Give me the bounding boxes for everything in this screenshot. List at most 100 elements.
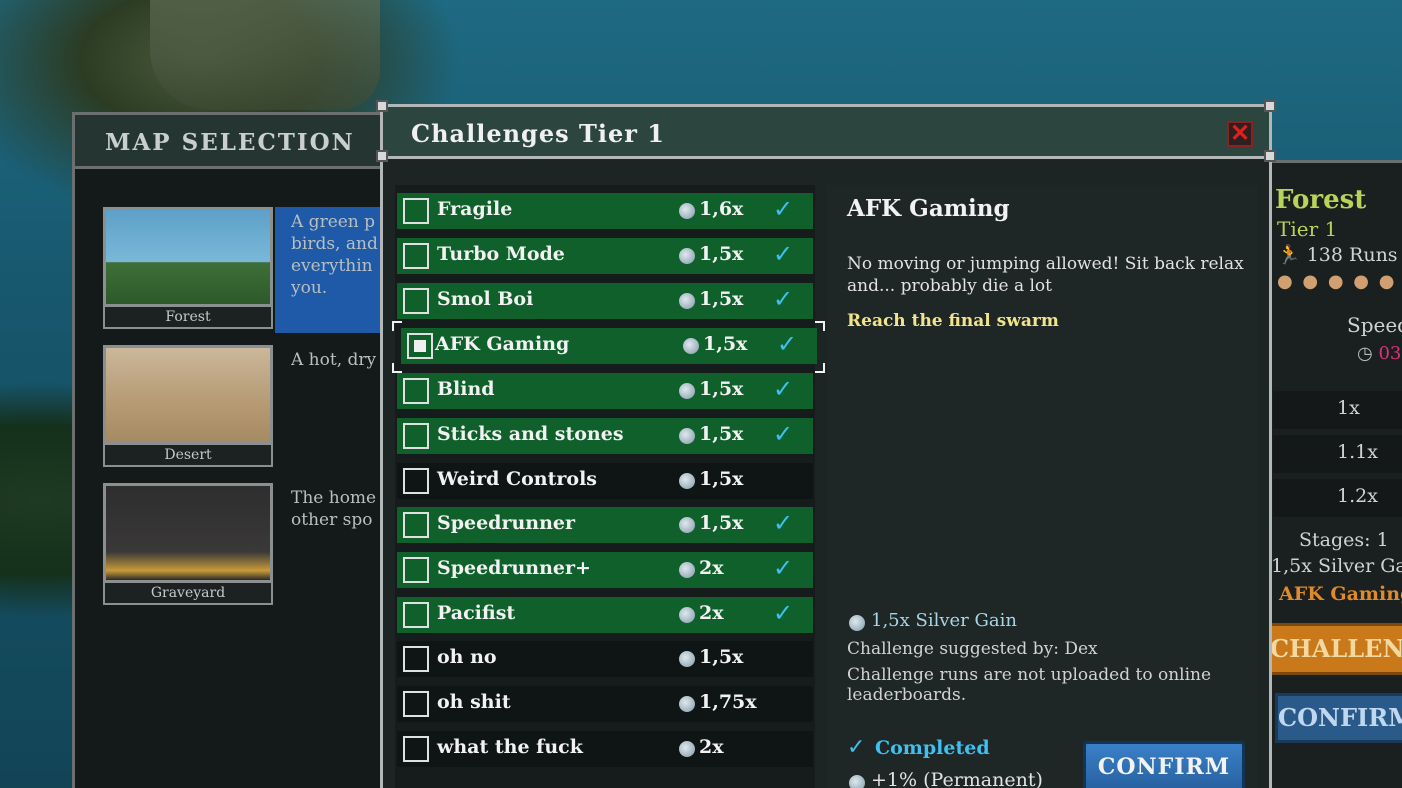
check-icon: ✓ xyxy=(773,599,794,627)
silver-coin-icon xyxy=(679,203,695,219)
challenge-multiplier: 2x xyxy=(699,736,724,758)
challenge-name: Smol Boi xyxy=(437,288,534,310)
selection-bracket xyxy=(815,363,825,373)
speed-multiplier: 1x xyxy=(1337,397,1360,419)
run-count: 🏃 138 Runs xyxy=(1277,243,1398,266)
challenge-row-fragile[interactable]: Fragile 1,6x ✓ xyxy=(397,193,813,229)
run-map-name: Forest xyxy=(1275,185,1367,215)
challenge-multiplier: 1,5x xyxy=(699,378,744,400)
check-icon: ✓ xyxy=(773,195,794,223)
challenge-row-oh-shit[interactable]: oh shit 1,75x xyxy=(397,686,813,722)
challenge-row-speedrunner[interactable]: Speedrunner 1,5x ✓ xyxy=(397,507,813,543)
run-tier: Tier 1 xyxy=(1277,217,1338,241)
check-icon: ✓ xyxy=(777,330,798,358)
map-selection-panel: MAP SELECTION Forest A green p birds, an… xyxy=(72,112,403,788)
silver-coin-icon xyxy=(679,428,695,444)
challenge-checkbox[interactable] xyxy=(403,423,429,449)
detail-silver-gain: 1,5x Silver Gain xyxy=(871,610,1017,631)
challenge-row-blind[interactable]: Blind 1,5x ✓ xyxy=(397,373,813,409)
map-caption: Desert xyxy=(103,445,273,467)
challenge-row-oh-no[interactable]: oh no 1,5x xyxy=(397,641,813,677)
confirm-button[interactable]: CONFIRM xyxy=(1083,741,1245,788)
challenge-row-weird-controls[interactable]: Weird Controls 1,5x xyxy=(397,463,813,499)
selection-bracket xyxy=(392,321,402,331)
silver-coin-icon xyxy=(679,293,695,309)
player-avatars: ● ● ● ● ● xyxy=(1277,271,1397,292)
challenge-checkbox[interactable] xyxy=(403,378,429,404)
challenge-checkbox[interactable] xyxy=(403,288,429,314)
map-selection-title: MAP SELECTION xyxy=(105,129,355,156)
run-silver-gain: 1,5x Silver Ga xyxy=(1271,555,1402,577)
run-info-panel: Forest Tier 1 🏃 138 Runs ● ● ● ● ● Speed… xyxy=(1260,160,1402,788)
challenge-row-turbo-mode[interactable]: Turbo Mode 1,5x ✓ xyxy=(397,238,813,274)
challenge-multiplier: 1,5x xyxy=(699,423,744,445)
challenge-row-sticks-and-stones[interactable]: Sticks and stones 1,5x ✓ xyxy=(397,418,813,454)
challenge-row-smol-boi[interactable]: Smol Boi 1,5x ✓ xyxy=(397,283,813,319)
challenge-checkbox[interactable] xyxy=(403,468,429,494)
speed-multiplier: 1.2x xyxy=(1337,485,1378,507)
forest-thumbnail xyxy=(103,207,273,307)
challenge-name: Weird Controls xyxy=(437,468,597,490)
run-time: ◷ 03 xyxy=(1357,343,1401,364)
challenge-checkbox[interactable] xyxy=(403,736,429,762)
challenge-checkbox[interactable] xyxy=(403,512,429,538)
challenge-checkbox[interactable] xyxy=(403,602,429,628)
silver-coin-icon xyxy=(849,775,865,788)
challenge-list: Fragile 1,6x ✓ Turbo Mode 1,5x ✓ Smol Bo… xyxy=(392,185,825,788)
run-active-challenge: AFK Gaming xyxy=(1279,583,1402,605)
selection-bracket xyxy=(392,363,402,373)
challenge-name: Fragile xyxy=(437,198,513,220)
challenge-button[interactable]: CHALLENGE xyxy=(1267,623,1402,675)
run-stages: Stages: 1 xyxy=(1299,529,1389,551)
run-count-text: 138 Runs xyxy=(1306,244,1398,266)
silver-coin-icon xyxy=(679,651,695,667)
challenge-row-what-the-fuck[interactable]: what the fuck 2x xyxy=(397,731,813,767)
challenge-detail-panel: AFK Gaming No moving or jumping allowed!… xyxy=(827,185,1257,788)
challenge-checkbox[interactable] xyxy=(403,557,429,583)
run-time-text: 03 xyxy=(1378,343,1402,364)
challenges-dialog: Challenges Tier 1 ✕ Fragile 1,6x ✓ Turbo… xyxy=(376,100,1276,788)
challenge-checkbox[interactable] xyxy=(403,646,429,672)
run-confirm-button[interactable]: CONFIRM xyxy=(1275,693,1402,743)
silver-coin-icon xyxy=(679,741,695,757)
silver-coin-icon xyxy=(683,338,699,354)
challenge-name: Blind xyxy=(437,378,495,400)
challenge-checkbox[interactable] xyxy=(403,198,429,224)
challenge-multiplier: 1,5x xyxy=(699,646,744,668)
check-icon: ✓ xyxy=(773,554,794,582)
challenge-multiplier: 1,5x xyxy=(703,333,748,355)
challenge-multiplier: 1,5x xyxy=(699,288,744,310)
challenge-name: oh shit xyxy=(437,691,511,713)
challenge-multiplier: 1,5x xyxy=(699,243,744,265)
frame-corner xyxy=(376,150,388,162)
challenge-checkbox[interactable] xyxy=(403,243,429,269)
challenge-row-afk-gaming[interactable]: AFK Gaming 1,5x ✓ xyxy=(401,328,817,364)
silver-coin-icon xyxy=(679,383,695,399)
detail-suggested-by: Challenge suggested by: Dex xyxy=(847,639,1098,659)
challenge-name: Pacifist xyxy=(437,602,516,624)
challenge-row-speedrunner-plus[interactable]: Speedrunner+ 2x ✓ xyxy=(397,552,813,588)
permanent-bonus: +1% (Permanent) xyxy=(871,769,1043,788)
map-card-graveyard[interactable]: Graveyard xyxy=(103,483,273,605)
speed-multiplier: 1.1x xyxy=(1337,441,1378,463)
background-rock xyxy=(150,0,380,110)
silver-coin-icon xyxy=(849,615,865,631)
challenge-checkbox[interactable] xyxy=(403,691,429,717)
challenge-multiplier: 2x xyxy=(699,602,724,624)
detail-title: AFK Gaming xyxy=(847,195,1010,222)
map-card-desert[interactable]: Desert xyxy=(103,345,273,467)
frame-corner xyxy=(376,100,388,112)
dialog-header: Challenges Tier 1 ✕ xyxy=(383,107,1269,159)
map-caption: Graveyard xyxy=(103,583,273,605)
close-icon[interactable]: ✕ xyxy=(1227,121,1253,147)
challenge-multiplier: 1,6x xyxy=(699,198,744,220)
speed-label: Speed xyxy=(1347,313,1402,337)
challenge-name: Turbo Mode xyxy=(437,243,565,265)
challenge-checkbox[interactable] xyxy=(407,333,433,359)
map-card-forest[interactable]: Forest xyxy=(103,207,273,329)
challenge-name: Sticks and stones xyxy=(437,423,624,445)
challenge-multiplier: 2x xyxy=(699,557,724,579)
dialog-title: Challenges Tier 1 xyxy=(411,119,665,148)
silver-coin-icon xyxy=(679,248,695,264)
challenge-row-pacifist[interactable]: Pacifist 2x ✓ xyxy=(397,597,813,633)
